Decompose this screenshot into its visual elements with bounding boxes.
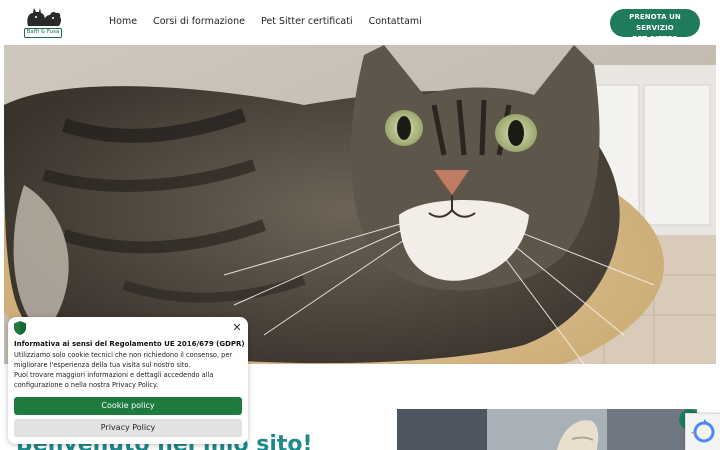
cta-line-2: PET SITTER <box>632 35 678 43</box>
recaptcha-icon <box>691 419 715 443</box>
shield-icon <box>14 321 26 335</box>
cookie-policy-button[interactable]: Cookie policy <box>14 397 242 415</box>
book-service-button[interactable]: PRENOTA UN SERVIZIO PET SITTER <box>610 9 700 43</box>
logo-text: Baffi & Fusa <box>24 28 62 38</box>
site-logo[interactable]: Baffi & Fusa <box>20 4 66 40</box>
site-header: Baffi & Fusa Home Corsi di formazione Pe… <box>0 0 720 45</box>
cookie-text: Utilizziamo solo cookie tecnici che non … <box>14 350 240 390</box>
nav-home[interactable]: Home <box>109 16 137 27</box>
privacy-policy-button[interactable]: Privacy Policy <box>14 419 242 437</box>
secondary-pet-image <box>397 409 697 450</box>
recaptcha-badge[interactable] <box>685 413 720 450</box>
cta-line-1: PRENOTA UN SERVIZIO <box>629 13 681 32</box>
nav-corsi[interactable]: Corsi di formazione <box>153 16 245 27</box>
cookie-title: Informativa ai sensi del Regolamento UE … <box>14 340 245 348</box>
close-icon[interactable]: ✕ <box>232 322 242 334</box>
nav-pet-sitter[interactable]: Pet Sitter certificati <box>261 16 353 27</box>
logo-pets-icon <box>27 8 62 26</box>
nav-contattami[interactable]: Contattami <box>369 16 422 27</box>
cookie-text-line: Utilizziamo solo cookie tecnici che non … <box>14 351 233 359</box>
main-nav: Home Corsi di formazione Pet Sitter cert… <box>109 16 438 27</box>
cookie-text-line: Puoi trovare maggiori informazioni e det… <box>14 371 214 379</box>
cookie-consent-popup: ✕ Informativa ai sensi del Regolamento U… <box>8 317 248 444</box>
cookie-text-line: migliorare l'esperienza della tua visita… <box>14 361 191 369</box>
cookie-text-line: configurazione o nella nostra Privacy Po… <box>14 381 159 389</box>
